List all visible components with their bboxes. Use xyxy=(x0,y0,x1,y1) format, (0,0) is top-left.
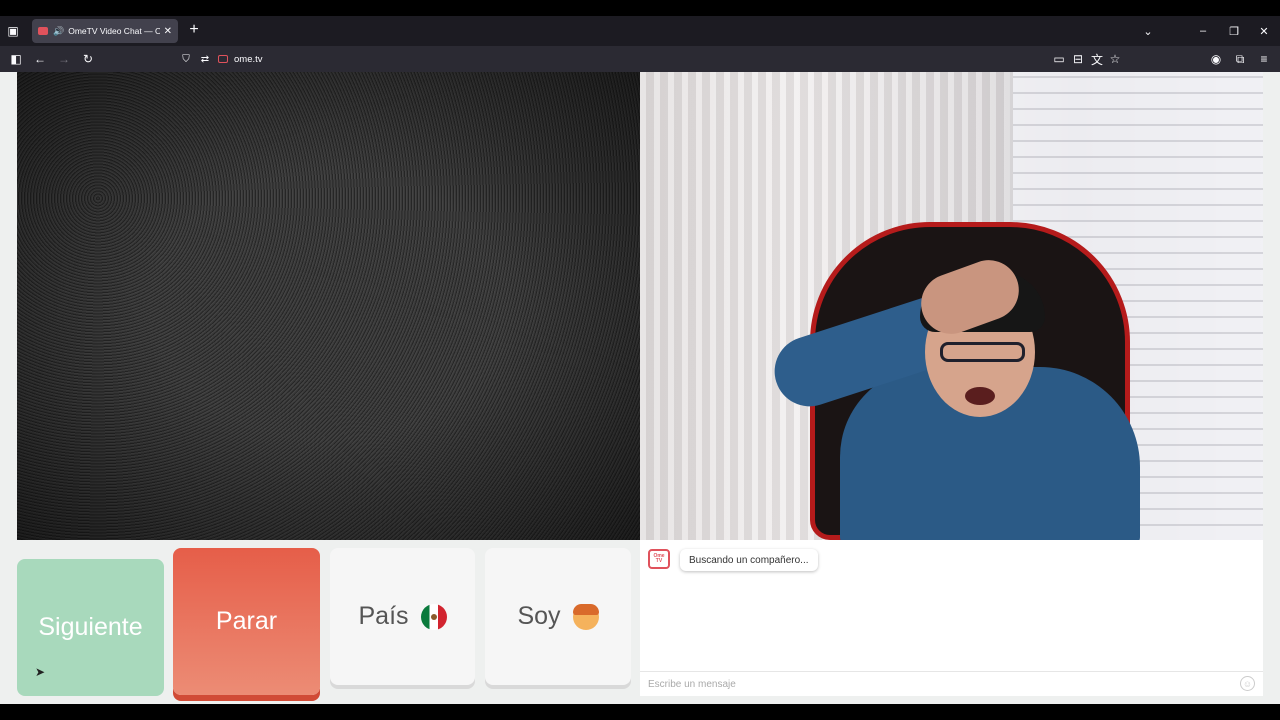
partner-video-static xyxy=(17,72,640,540)
stop-button[interactable]: Parar xyxy=(173,548,320,695)
stop-button-label: Parar xyxy=(215,607,278,635)
status-message-bubble: Buscando un compañero... xyxy=(680,549,818,571)
tab-ometv[interactable]: 🔊 OmeTV Video Chat — Omegle ✕ xyxy=(32,19,178,43)
next-button-label: Siguiente xyxy=(38,613,143,641)
back-icon[interactable]: ← xyxy=(31,50,49,68)
glasses xyxy=(940,342,1025,362)
message-input-placeholder: Escribe un mensaje xyxy=(648,678,736,690)
ometv-favicon-icon xyxy=(38,27,48,35)
save-icon[interactable]: ⊟ xyxy=(1069,50,1087,68)
chat-panel: Ome TV Buscando un compañero... Escribe … xyxy=(640,540,1263,696)
shield-icon[interactable]: ⛉ xyxy=(178,54,194,65)
status-message-text: Buscando un compañero... xyxy=(689,554,809,566)
ometv-logo-icon: Ome TV xyxy=(648,549,670,569)
bookmark-star-icon[interactable]: ☆ xyxy=(1106,50,1124,68)
sidebar-icon[interactable]: ◧ xyxy=(7,50,25,68)
tab-list-icon[interactable]: ▣ xyxy=(0,18,26,44)
menu-icon[interactable]: ≡ xyxy=(1255,50,1273,68)
permissions-icon[interactable]: ⇄ xyxy=(197,54,213,65)
country-button-label: País xyxy=(358,602,409,630)
new-tab-icon[interactable]: + xyxy=(186,21,202,39)
camera-permission-icon[interactable] xyxy=(218,55,228,63)
bottom-screen-border xyxy=(0,704,1280,720)
reload-icon[interactable]: ↻ xyxy=(79,50,97,68)
account-icon[interactable]: ◉ xyxy=(1207,50,1225,68)
message-input[interactable]: Escribe un mensaje xyxy=(640,671,1263,696)
maximize-icon[interactable]: ❐ xyxy=(1219,16,1249,46)
emoji-icon[interactable]: ☺ xyxy=(1240,676,1255,691)
mexico-flag-icon xyxy=(420,603,447,630)
own-camera-video xyxy=(640,72,1263,540)
gender-button[interactable]: Soy xyxy=(485,548,631,685)
country-button[interactable]: País xyxy=(330,548,475,685)
extensions-icon[interactable]: ⧉ xyxy=(1231,50,1249,68)
page-content: Siguiente Parar País Soy ➤ Ome TV Buscan… xyxy=(0,72,1280,704)
boy-emoji-icon xyxy=(572,603,599,630)
mouse-cursor-icon: ➤ xyxy=(35,665,46,679)
translate-icon[interactable]: 文 xyxy=(1088,50,1106,68)
top-screen-border xyxy=(0,0,1280,16)
url-text[interactable]: ome.tv xyxy=(234,54,263,65)
close-window-icon[interactable]: ✕ xyxy=(1249,16,1279,46)
person-yawning xyxy=(765,247,1150,540)
forward-icon[interactable]: → xyxy=(55,50,73,68)
gender-button-label: Soy xyxy=(517,602,561,630)
address-bar[interactable]: ⛉ ⇄ ome.tv xyxy=(178,48,1128,70)
open-mouth xyxy=(965,387,995,405)
list-all-tabs-icon[interactable]: ⌄ xyxy=(1133,16,1163,46)
navigation-toolbar: ◧ ← → ↻ ⛉ ⇄ ome.tv ▭ ⊟ 文 ☆ ◉ ⧉ ≡ xyxy=(0,46,1280,72)
ometv-logo-text: Ome TV xyxy=(653,553,665,564)
speaker-icon[interactable]: 🔊 xyxy=(53,26,64,37)
tab-title: OmeTV Video Chat — Omegle xyxy=(68,26,160,36)
close-tab-icon[interactable]: ✕ xyxy=(164,26,172,37)
tab-bar: ▣ 🔊 OmeTV Video Chat — Omegle ✕ + ⌄ – ❐ … xyxy=(0,16,1280,46)
pip-icon[interactable]: ▭ xyxy=(1050,50,1068,68)
minimize-icon[interactable]: – xyxy=(1188,16,1218,46)
